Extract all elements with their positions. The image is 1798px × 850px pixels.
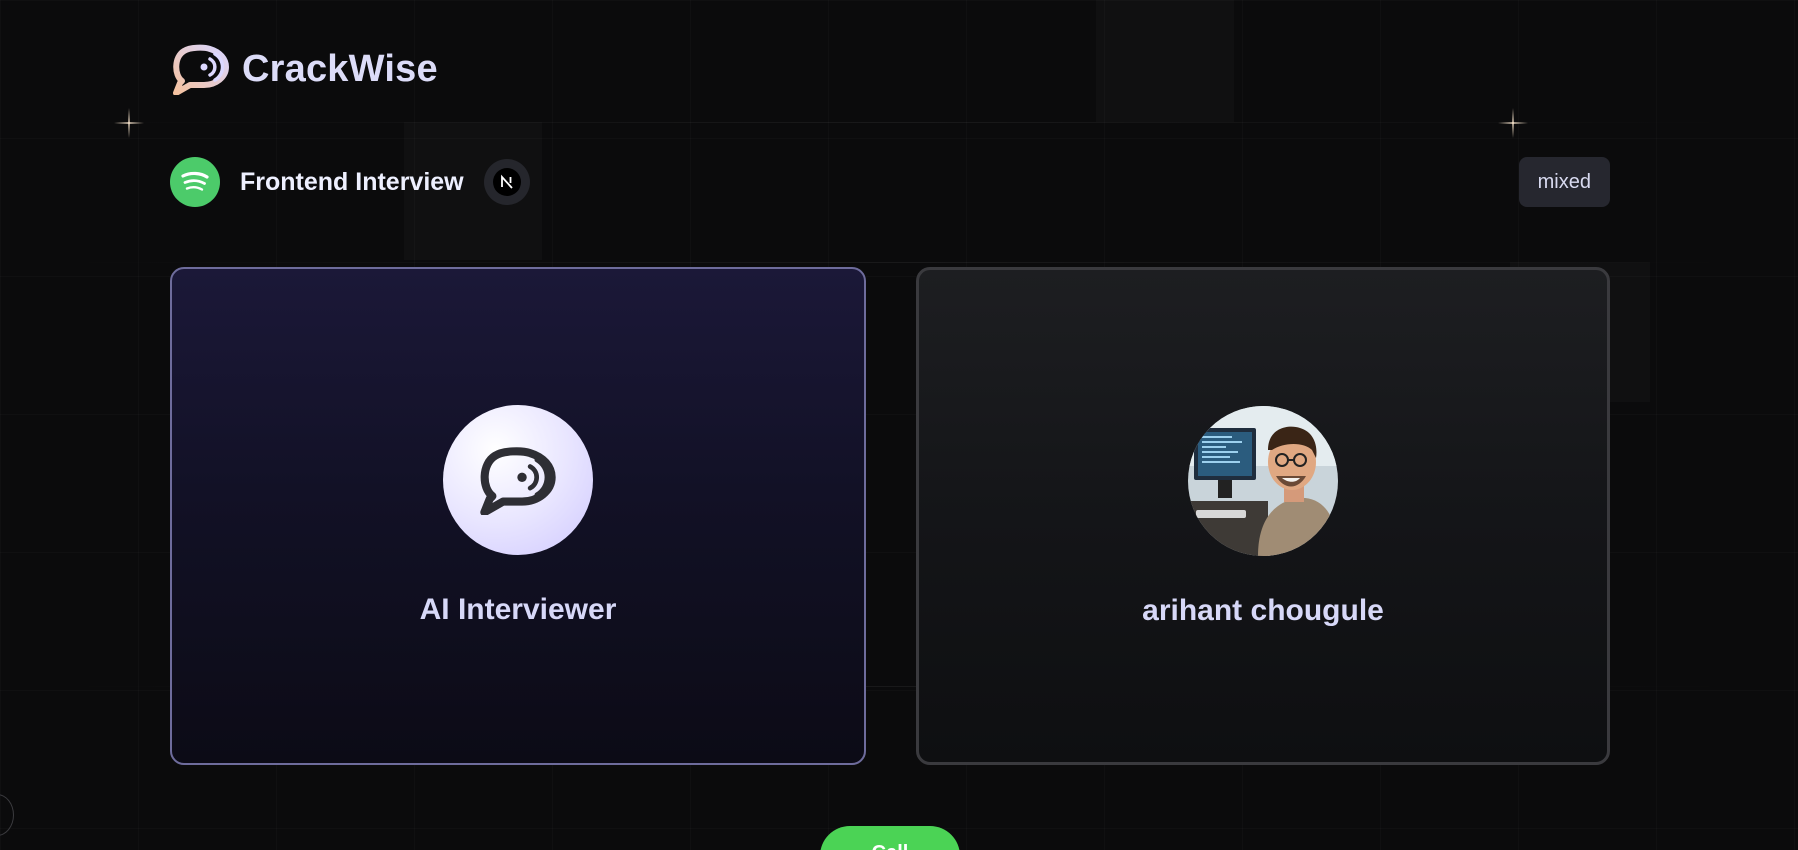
spotify-icon (170, 157, 220, 207)
bg-line (60, 262, 1738, 263)
bg-tile (1096, 0, 1234, 122)
call-button[interactable]: Call (820, 826, 960, 850)
brand-logo[interactable]: CrackWise (170, 43, 438, 95)
interview-page: CrackWise Frontend Interview mixed AI In… (0, 0, 1798, 850)
interview-type-badge: mixed (1518, 157, 1610, 207)
floating-toggle[interactable] (0, 794, 14, 836)
sparkle-decoration (1498, 108, 1528, 138)
bg-line (60, 122, 1738, 123)
nextjs-icon (483, 159, 530, 205)
interview-title: Frontend Interview (240, 167, 464, 196)
interview-header: Frontend Interview mixed (170, 157, 1610, 207)
user-avatar-photo (1188, 406, 1338, 556)
user-card: arihant chougule (916, 267, 1610, 765)
ai-interviewer-card: AI Interviewer (170, 267, 866, 765)
sparkle-decoration (114, 108, 144, 138)
ai-interviewer-name: AI Interviewer (419, 593, 617, 626)
brand-name: CrackWise (242, 47, 438, 90)
user-avatar (1188, 406, 1338, 556)
chat-voice-icon (173, 44, 229, 95)
user-name: arihant chougule (1142, 594, 1384, 627)
chat-voice-icon (480, 447, 556, 515)
ai-avatar (443, 405, 593, 555)
